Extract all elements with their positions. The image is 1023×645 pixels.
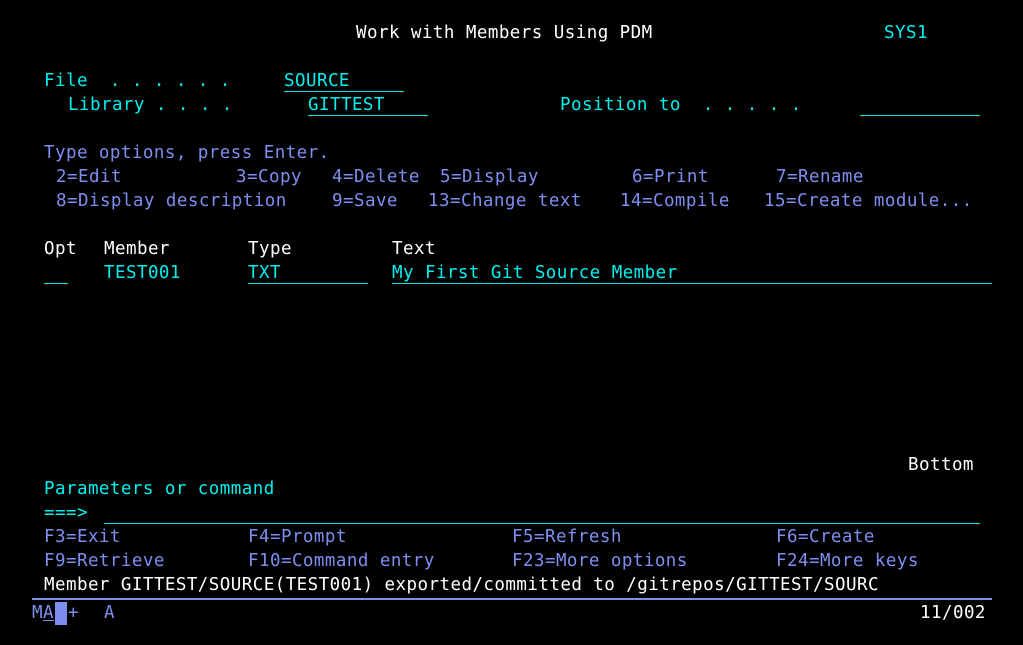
option-copy: 3=Copy	[236, 167, 302, 187]
text-input[interactable]: My First Git Source Member	[392, 263, 992, 284]
column-header-text: Text	[392, 239, 436, 259]
mode-indicator: +	[68, 603, 79, 623]
type-input[interactable]: TXT	[248, 263, 368, 284]
screen-title: Work with Members Using PDM	[356, 23, 653, 43]
column-header-type: Type	[248, 239, 292, 259]
command-prompt: ===>	[44, 503, 88, 523]
library-input[interactable]: GITTEST	[308, 95, 428, 116]
option-display-description: 8=Display description	[56, 191, 287, 211]
option-change-text: 13=Change text	[428, 191, 582, 211]
f6-create-key[interactable]: F6=Create	[776, 527, 875, 547]
text-cursor	[55, 602, 67, 625]
file-value: SOURCE	[284, 71, 350, 91]
option-print: 6=Print	[632, 167, 709, 187]
position-to-input[interactable]	[860, 95, 980, 116]
f24-more-keys-key[interactable]: F24=More keys	[776, 551, 919, 571]
column-header-member: Member	[104, 239, 170, 259]
option-delete: 4=Delete	[332, 167, 420, 187]
opt-input[interactable]	[44, 263, 68, 284]
system-name: SYS1	[884, 23, 928, 43]
option-display: 5=Display	[440, 167, 539, 187]
option-edit: 2=Edit	[56, 167, 122, 187]
position-to-label: Position to . . . . .	[560, 95, 802, 115]
status-divider	[32, 598, 992, 600]
column-header-opt: Opt	[44, 239, 77, 259]
input-mode-indicator: A	[104, 603, 115, 623]
f10-command-entry-key[interactable]: F10=Command entry	[248, 551, 435, 571]
file-input[interactable]: SOURCE	[284, 71, 404, 92]
library-label: Library . . . .	[68, 95, 233, 115]
option-create-module: 15=Create module...	[764, 191, 973, 211]
status-message: Member GITTEST/SOURCE(TEST001) exported/…	[44, 575, 879, 595]
f3-exit-key[interactable]: F3=Exit	[44, 527, 121, 547]
option-rename: 7=Rename	[776, 167, 864, 187]
file-label: File . . . . . .	[44, 71, 231, 91]
option-compile: 14=Compile	[620, 191, 730, 211]
session-underline	[43, 620, 54, 621]
f23-more-options-key[interactable]: F23=More options	[512, 551, 688, 571]
cursor-position: 11/002	[920, 603, 986, 623]
f4-prompt-key[interactable]: F4=Prompt	[248, 527, 347, 547]
command-label: Parameters or command	[44, 479, 275, 499]
list-position-indicator: Bottom	[908, 455, 974, 475]
text-value: My First Git Source Member	[392, 263, 678, 283]
member-name: TEST001	[104, 263, 181, 283]
f5-refresh-key[interactable]: F5=Refresh	[512, 527, 622, 547]
f9-retrieve-key[interactable]: F9=Retrieve	[44, 551, 165, 571]
instructions-prompt: Type options, press Enter.	[44, 143, 330, 163]
library-value: GITTEST	[308, 95, 385, 115]
option-save: 9=Save	[332, 191, 398, 211]
type-value: TXT	[248, 263, 281, 283]
command-input[interactable]	[104, 503, 980, 524]
